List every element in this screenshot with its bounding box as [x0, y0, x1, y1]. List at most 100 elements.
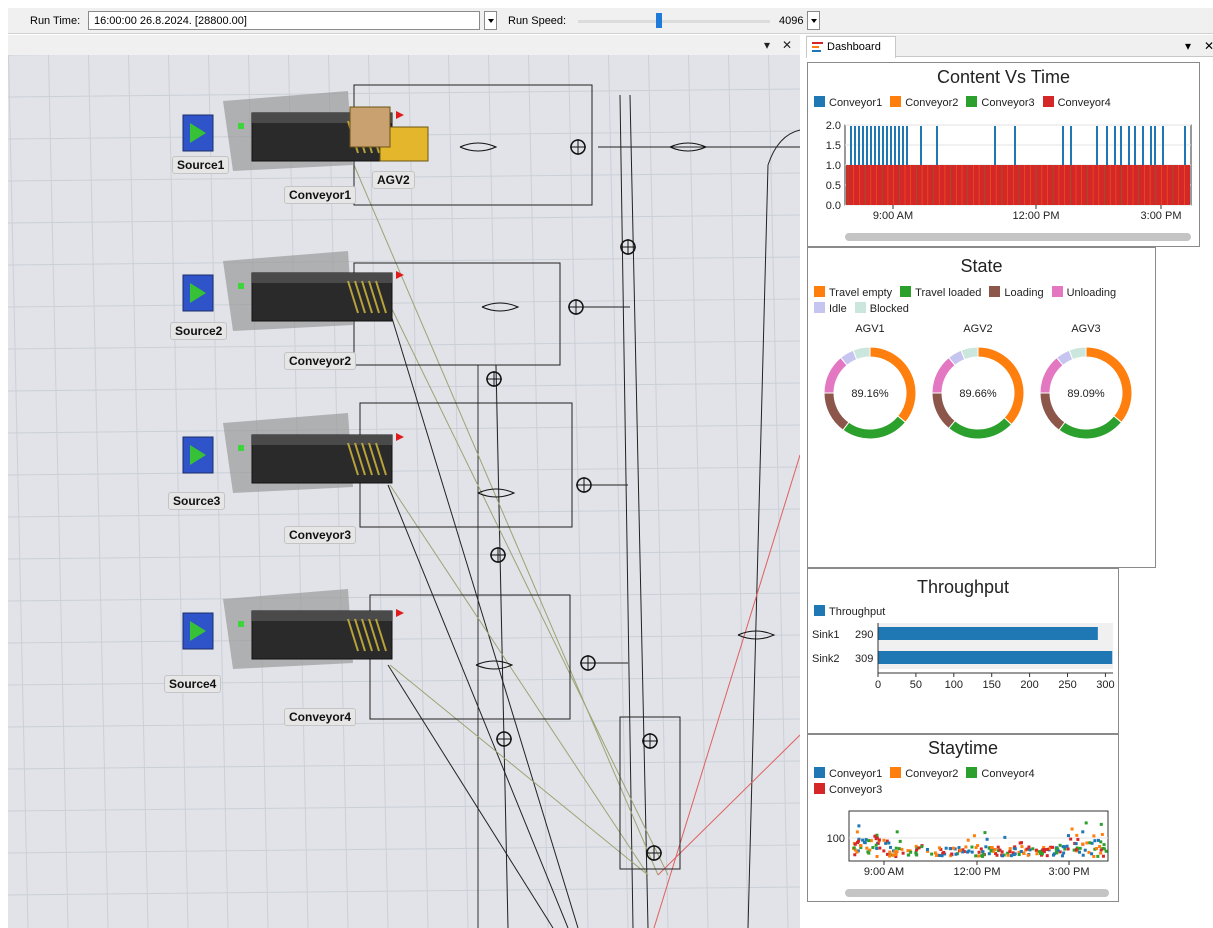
staytime-point — [895, 850, 899, 854]
staytime-point — [1099, 848, 1103, 852]
staytime-point — [867, 851, 871, 855]
staytime-legend-item[interactable]: Conveyor4 — [966, 766, 1035, 782]
state-legend-item[interactable]: Blocked — [854, 301, 909, 317]
donut-title: AGV1 — [855, 323, 884, 335]
staytime-point — [855, 830, 859, 834]
staytime-point — [1058, 843, 1062, 847]
x-tick-label: 150 — [983, 679, 1001, 691]
y-tick-label: 1.5 — [826, 140, 841, 152]
conveyor-label[interactable]: Conveyor4 — [284, 708, 357, 726]
staytime-point — [920, 845, 924, 849]
run-time-dropdown-button[interactable] — [484, 11, 497, 30]
content-vs-time-legend-item[interactable]: Conveyor2 — [890, 95, 958, 111]
run-speed-slider-thumb[interactable] — [656, 13, 662, 28]
grid-line — [8, 424, 800, 434]
state-donut-charts: AGV1 89.16% AGV2 89.66% AGV3 89.09% — [823, 323, 1133, 440]
grid-line — [527, 35, 549, 928]
grid-line — [607, 35, 629, 928]
run-speed-slider[interactable] — [578, 20, 770, 23]
run-speed-value: 4096 — [779, 15, 804, 27]
content-vs-time-panel: Content Vs Time Conveyor1 Conveyor2 Convey… — [807, 62, 1200, 247]
conveyor-label[interactable]: Conveyor1 — [284, 186, 357, 204]
content-vs-time-chart: 2.0 1.5 1.0 0.5 0.0 9:00 AM 12:00 PM 3:00 PM — [826, 120, 1192, 222]
path-line — [353, 164, 659, 876]
staytime-point — [977, 850, 981, 854]
staytime-scrollbar[interactable] — [845, 889, 1109, 897]
state-legend-item[interactable]: Travel empty — [814, 285, 892, 301]
staytime-point — [900, 847, 904, 851]
conveyor-label[interactable]: Conveyor3 — [284, 526, 357, 544]
conveyor-label[interactable]: Conveyor2 — [284, 352, 357, 370]
grid-line — [8, 256, 800, 266]
dashboard-close-icon[interactable]: ✕ — [1204, 39, 1213, 53]
staytime-point — [1102, 847, 1106, 851]
view-header: ▾ ✕ — [8, 35, 800, 55]
dashboard-pin-icon[interactable]: ▾ — [1185, 39, 1191, 53]
staytime-point — [938, 853, 942, 857]
staytime-legend-item[interactable]: Conveyor3 — [814, 782, 882, 798]
content-vs-time-scrollbar[interactable] — [845, 233, 1191, 241]
x-tick-label: 12:00 PM — [1012, 210, 1059, 222]
y-tick-label: 2.0 — [826, 120, 841, 132]
staytime-point — [889, 845, 893, 849]
staytime-point — [1040, 852, 1044, 856]
conveyor-entry-marker — [238, 621, 244, 627]
x-tick-label: 3:00 PM — [1141, 210, 1182, 222]
legend-label: Idle — [829, 303, 847, 315]
content-vs-time-legend-item[interactable]: Conveyor4 — [1042, 95, 1111, 111]
staytime-point — [967, 849, 971, 853]
view-close-icon[interactable]: ✕ — [782, 38, 792, 52]
legend-label: Conveyor4 — [1057, 97, 1111, 109]
state-legend-item[interactable]: Idle — [814, 301, 847, 317]
staytime-point — [1017, 853, 1021, 857]
path-line — [389, 664, 649, 876]
staytime-point — [938, 846, 942, 850]
state-legend-item[interactable]: Travel loaded — [900, 285, 981, 301]
legend-label: Conveyor3 — [829, 784, 883, 796]
staytime-point — [1045, 854, 1049, 858]
staytime-point — [901, 851, 905, 855]
staytime-point — [1022, 852, 1026, 856]
agv-label[interactable]: AGV2 — [372, 171, 415, 189]
staytime-point — [1074, 842, 1078, 846]
model-scene[interactable] — [8, 35, 800, 928]
staytime-point — [855, 850, 859, 854]
legend-label: Blocked — [869, 303, 909, 315]
view-pin-icon[interactable]: ▾ — [764, 38, 770, 52]
grid-line — [8, 35, 29, 928]
staytime-point — [957, 846, 961, 850]
legend-swatch — [1051, 286, 1063, 297]
tab-dashboard[interactable]: Dashboard — [806, 36, 896, 58]
staytime-point — [1027, 845, 1031, 849]
staytime-point — [952, 846, 956, 850]
source-label[interactable]: Source1 — [172, 156, 230, 174]
staytime-point — [976, 854, 980, 858]
staytime-point — [1035, 852, 1039, 856]
conveyor-exit-marker — [396, 609, 404, 617]
x-tick-label: 50 — [910, 679, 922, 691]
content-vs-time-legend-item[interactable]: Conveyor3 — [966, 95, 1035, 111]
staytime-legend-item[interactable]: Conveyor1 — [814, 766, 882, 782]
source-label[interactable]: Source2 — [170, 322, 228, 340]
y-tick-label: 0.5 — [826, 180, 841, 192]
legend-swatch — [814, 605, 825, 616]
model-3d-view[interactable]: Source1 Source2 Source3 Source4 Conveyor1 Con… — [8, 35, 800, 928]
staytime-point — [867, 839, 871, 843]
content-vs-time-legend-item[interactable]: Conveyor1 — [814, 95, 882, 111]
path-line — [387, 304, 579, 928]
staytime-point — [894, 846, 898, 850]
state-legend-item[interactable]: Unloading — [1051, 285, 1116, 301]
staytime-legend-item[interactable]: Conveyor2 — [890, 766, 958, 782]
run-time-field[interactable]: 16:00:00 26.8.2024. [28800.00] — [88, 11, 480, 30]
legend-label: Conveyor1 — [829, 97, 883, 109]
path-direction-marker — [475, 660, 514, 670]
run-speed-dropdown-button[interactable] — [807, 11, 820, 30]
staytime-point — [1087, 850, 1091, 854]
donut-slice-travel-empty — [869, 346, 917, 424]
dashboard-icon — [812, 41, 823, 52]
throughput-legend-item[interactable]: Throughput — [814, 604, 885, 620]
donut-slice-loading — [931, 392, 956, 430]
source-label[interactable]: Source4 — [164, 675, 222, 693]
source-label[interactable]: Source3 — [168, 492, 226, 510]
state-legend-item[interactable]: Loading — [989, 285, 1044, 301]
